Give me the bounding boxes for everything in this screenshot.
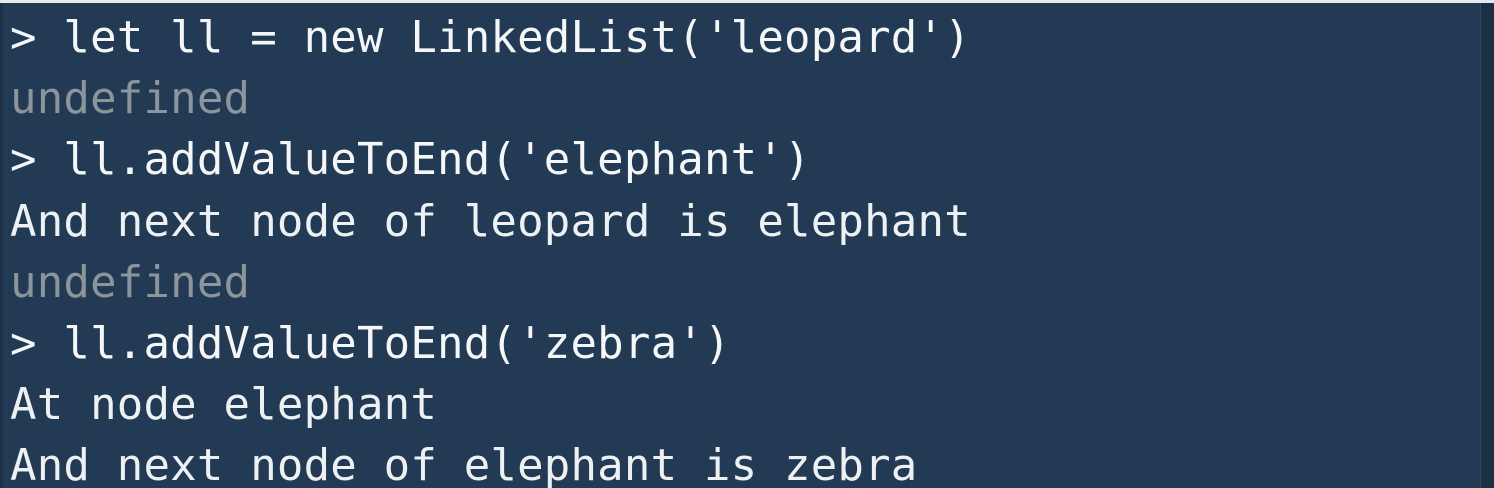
terminal-window[interactable]: > let ll = new LinkedList('leopard') und… (0, 0, 1494, 488)
output-line-3: And next node of elephant is zebra (10, 440, 918, 488)
command-line-3: > ll.addValueToEnd('zebra') (10, 317, 731, 369)
result-line-2: undefined (10, 256, 251, 308)
result-line-1: undefined (10, 73, 251, 125)
terminal-output: > let ll = new LinkedList('leopard') und… (10, 7, 1478, 488)
terminal-left-edge (0, 3, 3, 488)
output-line-1: And next node of leopard is elephant (10, 195, 971, 247)
command-line-2: > ll.addValueToEnd('elephant') (10, 134, 811, 186)
terminal-scrollbar[interactable] (1480, 3, 1494, 488)
output-line-2: At node elephant (10, 379, 438, 431)
command-line-1: > let ll = new LinkedList('leopard') (10, 12, 971, 63)
